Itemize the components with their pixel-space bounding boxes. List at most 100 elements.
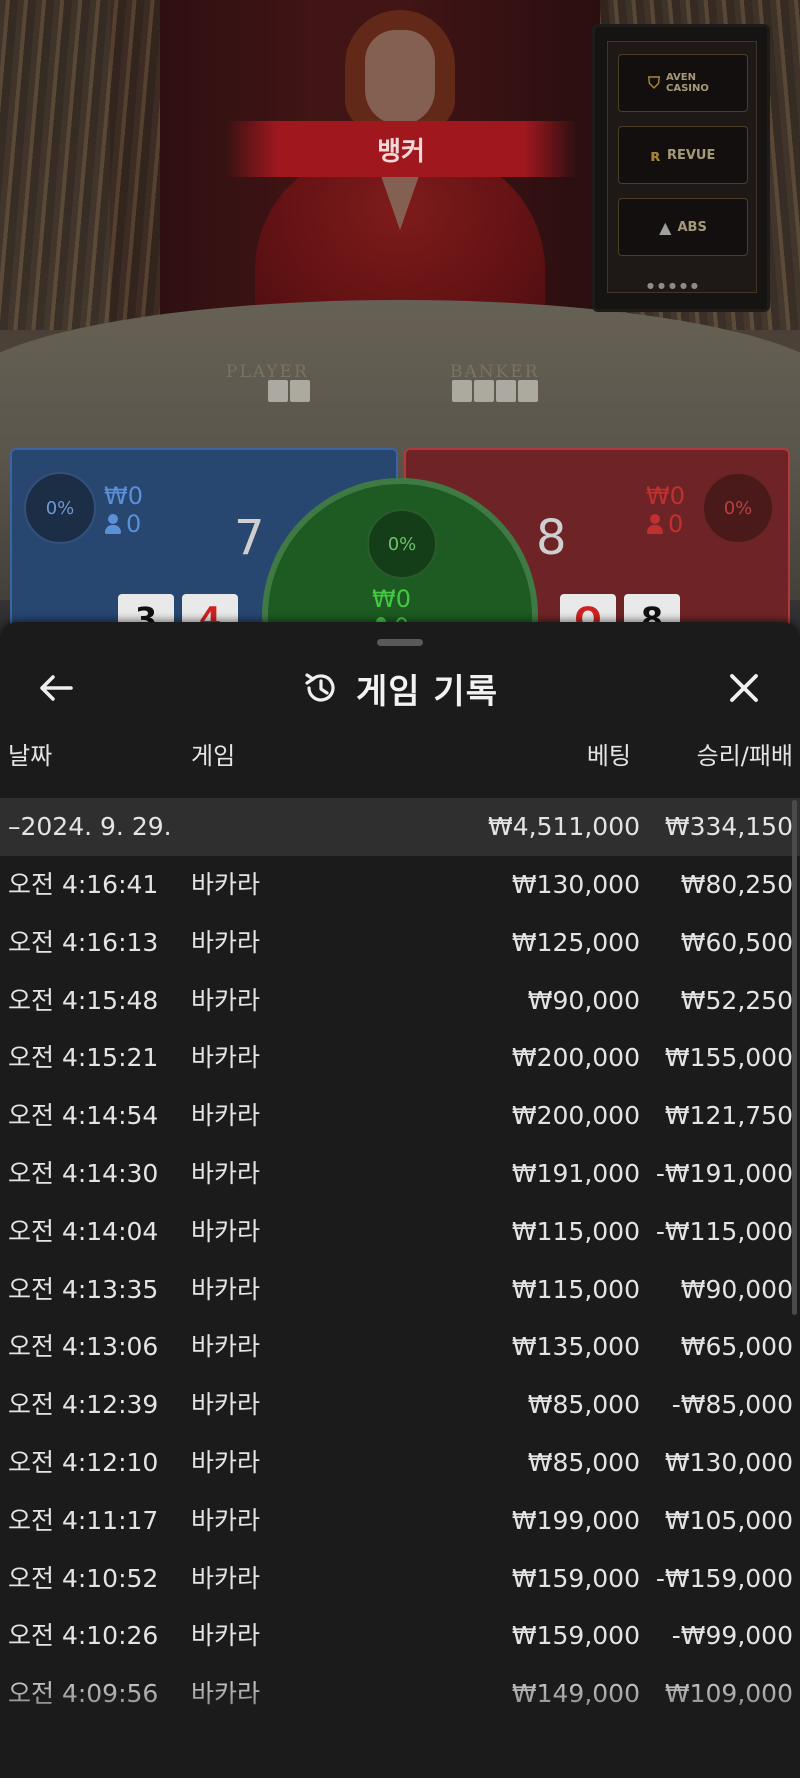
player-percent: 0% — [24, 472, 96, 544]
person-icon — [104, 514, 122, 534]
history-row[interactable]: 오전 4:13:35 바카라 ₩115,000 ₩90,000 — [0, 1261, 800, 1319]
banker-count: 0 — [668, 510, 684, 538]
row-bet: ₩85,000 — [527, 1390, 640, 1420]
row-result: ₩105,000 — [664, 1505, 793, 1535]
history-row[interactable]: 오전 4:14:30 바카라 ₩191,000 -₩191,000 — [0, 1145, 800, 1203]
row-result: ₩80,250 — [680, 870, 793, 899]
row-game: 바카라 — [191, 1159, 261, 1188]
date-group-bet-total: ₩4,511,000 — [488, 812, 640, 841]
row-result: ₩90,000 — [680, 1274, 793, 1304]
row-result: -₩85,000 — [671, 1390, 793, 1420]
row-bet: ₩200,000 — [511, 1043, 640, 1073]
history-icon — [305, 673, 335, 702]
banker-amount: ₩0 — [646, 482, 685, 510]
date-group-row[interactable]: –2024. 9. 29. ₩4,511,000 ₩334,150 — [0, 798, 800, 856]
row-game: 바카라 — [191, 1621, 261, 1651]
row-result: -₩159,000 — [655, 1563, 793, 1593]
row-game: 바카라 — [191, 1332, 261, 1362]
row-game: 바카라 — [191, 870, 261, 899]
row-bet: ₩115,000 — [511, 1216, 640, 1246]
history-row[interactable]: 오전 4:15:21 바카라 ₩200,000 ₩155,000 — [0, 1029, 800, 1087]
row-result: ₩109,000 — [664, 1679, 793, 1709]
sheet-header: 게임 기록 — [0, 662, 800, 714]
history-row[interactable]: 오전 4:11:17 바카라 ₩199,000 ₩105,000 — [0, 1492, 800, 1550]
row-bet: ₩115,000 — [511, 1274, 640, 1304]
player-stake: ₩0 0 — [104, 482, 143, 538]
result-banner: 뱅커 — [226, 121, 576, 177]
row-time: 오전 4:16:13 — [8, 927, 159, 957]
row-game: 바카라 — [191, 1043, 261, 1073]
column-header-date[interactable]: 날짜 — [8, 736, 52, 771]
history-row[interactable]: 오전 4:16:41 바카라 ₩130,000 ₩80,250 — [0, 856, 800, 914]
row-bet: ₩135,000 — [511, 1332, 640, 1362]
row-bet: ₩90,000 — [527, 985, 640, 1015]
row-bet: ₩159,000 — [511, 1563, 640, 1593]
row-result: ₩121,750 — [664, 1101, 793, 1131]
row-bet: ₩199,000 — [511, 1505, 640, 1535]
banker-stake: ₩0 0 — [646, 482, 685, 538]
history-row[interactable]: 오전 4:14:04 바카라 ₩115,000 -₩115,000 — [0, 1203, 800, 1261]
column-header-result[interactable]: 승리/패배 — [697, 736, 793, 771]
tie-amount: ₩0 — [372, 585, 411, 613]
row-time: 오전 4:11:17 — [8, 1505, 159, 1535]
row-time: 오전 4:14:30 — [8, 1159, 159, 1188]
sheet-title: 게임 기록 — [356, 671, 498, 712]
person-icon — [646, 514, 664, 534]
banker-percent: 0% — [702, 472, 774, 544]
row-time: 오전 4:14:04 — [8, 1216, 159, 1246]
row-result: ₩60,500 — [680, 927, 793, 957]
date-group-label: –2024. 9. 29. — [8, 812, 172, 841]
history-row[interactable]: 오전 4:12:10 바카라 ₩85,000 ₩130,000 — [0, 1434, 800, 1492]
row-game: 바카라 — [191, 1101, 261, 1131]
row-time: 오전 4:10:26 — [8, 1621, 159, 1651]
row-time: 오전 4:16:41 — [8, 870, 159, 899]
row-result: -₩115,000 — [655, 1216, 793, 1246]
player-amount: ₩0 — [104, 482, 143, 510]
date-group-result-total: ₩334,150 — [664, 812, 793, 841]
drag-handle[interactable] — [377, 639, 423, 646]
history-row[interactable]: 오전 4:12:39 바카라 ₩85,000 -₩85,000 — [0, 1376, 800, 1434]
row-game: 바카라 — [191, 927, 261, 957]
row-game: 바카라 — [191, 1505, 261, 1535]
row-bet: ₩200,000 — [511, 1101, 640, 1131]
banker-score: 8 — [536, 510, 567, 566]
history-row[interactable]: 오전 4:16:13 바카라 ₩125,000 ₩60,500 — [0, 914, 800, 972]
arrow-left-icon — [40, 675, 73, 701]
history-row[interactable]: 오전 4:15:48 바카라 ₩90,000 ₩52,250 — [0, 972, 800, 1030]
row-bet: ₩130,000 — [511, 870, 640, 899]
row-time: 오전 4:10:52 — [8, 1563, 159, 1593]
row-time: 오전 4:12:10 — [8, 1448, 159, 1477]
row-time: 오전 4:09:56 — [8, 1679, 159, 1709]
row-game: 바카라 — [191, 985, 261, 1015]
back-button[interactable] — [30, 662, 82, 714]
row-result: ₩65,000 — [680, 1332, 793, 1362]
row-game: 바카라 — [191, 1390, 261, 1420]
row-game: 바카라 — [191, 1679, 261, 1709]
row-result: ₩52,250 — [680, 985, 793, 1015]
row-time: 오전 4:13:35 — [8, 1274, 159, 1304]
row-result: -₩191,000 — [655, 1159, 793, 1188]
column-header-bet[interactable]: 베팅 — [587, 736, 631, 771]
history-row[interactable]: 오전 4:13:06 바카라 ₩135,000 ₩65,000 — [0, 1318, 800, 1376]
row-time: 오전 4:15:21 — [8, 1043, 159, 1073]
row-game: 바카라 — [191, 1448, 261, 1477]
scrollbar[interactable] — [792, 800, 797, 1315]
row-bet: ₩85,000 — [527, 1448, 640, 1477]
row-bet: ₩159,000 — [511, 1621, 640, 1651]
player-score: 7 — [234, 510, 265, 566]
row-bet: ₩125,000 — [511, 927, 640, 957]
column-header-game[interactable]: 게임 — [191, 736, 235, 771]
close-button[interactable] — [718, 662, 770, 714]
game-history-sheet: 게임 기록 날짜 게임 베팅 승리/패배 –2024. 9. 29. ₩4,51… — [0, 622, 800, 1778]
history-row[interactable]: 오전 4:14:54 바카라 ₩200,000 ₩121,750 — [0, 1087, 800, 1145]
row-time: 오전 4:13:06 — [8, 1332, 159, 1362]
row-result: ₩130,000 — [664, 1448, 793, 1477]
history-row[interactable]: 오전 4:10:52 바카라 ₩159,000 -₩159,000 — [0, 1550, 800, 1608]
history-row[interactable]: 오전 4:10:26 바카라 ₩159,000 -₩99,000 — [0, 1607, 800, 1665]
row-game: 바카라 — [191, 1216, 261, 1246]
row-game: 바카라 — [191, 1274, 261, 1304]
row-time: 오전 4:14:54 — [8, 1101, 159, 1131]
row-bet: ₩191,000 — [511, 1159, 640, 1188]
player-count: 0 — [126, 510, 142, 538]
history-row[interactable]: 오전 4:09:56 바카라 ₩149,000 ₩109,000 — [0, 1665, 800, 1723]
